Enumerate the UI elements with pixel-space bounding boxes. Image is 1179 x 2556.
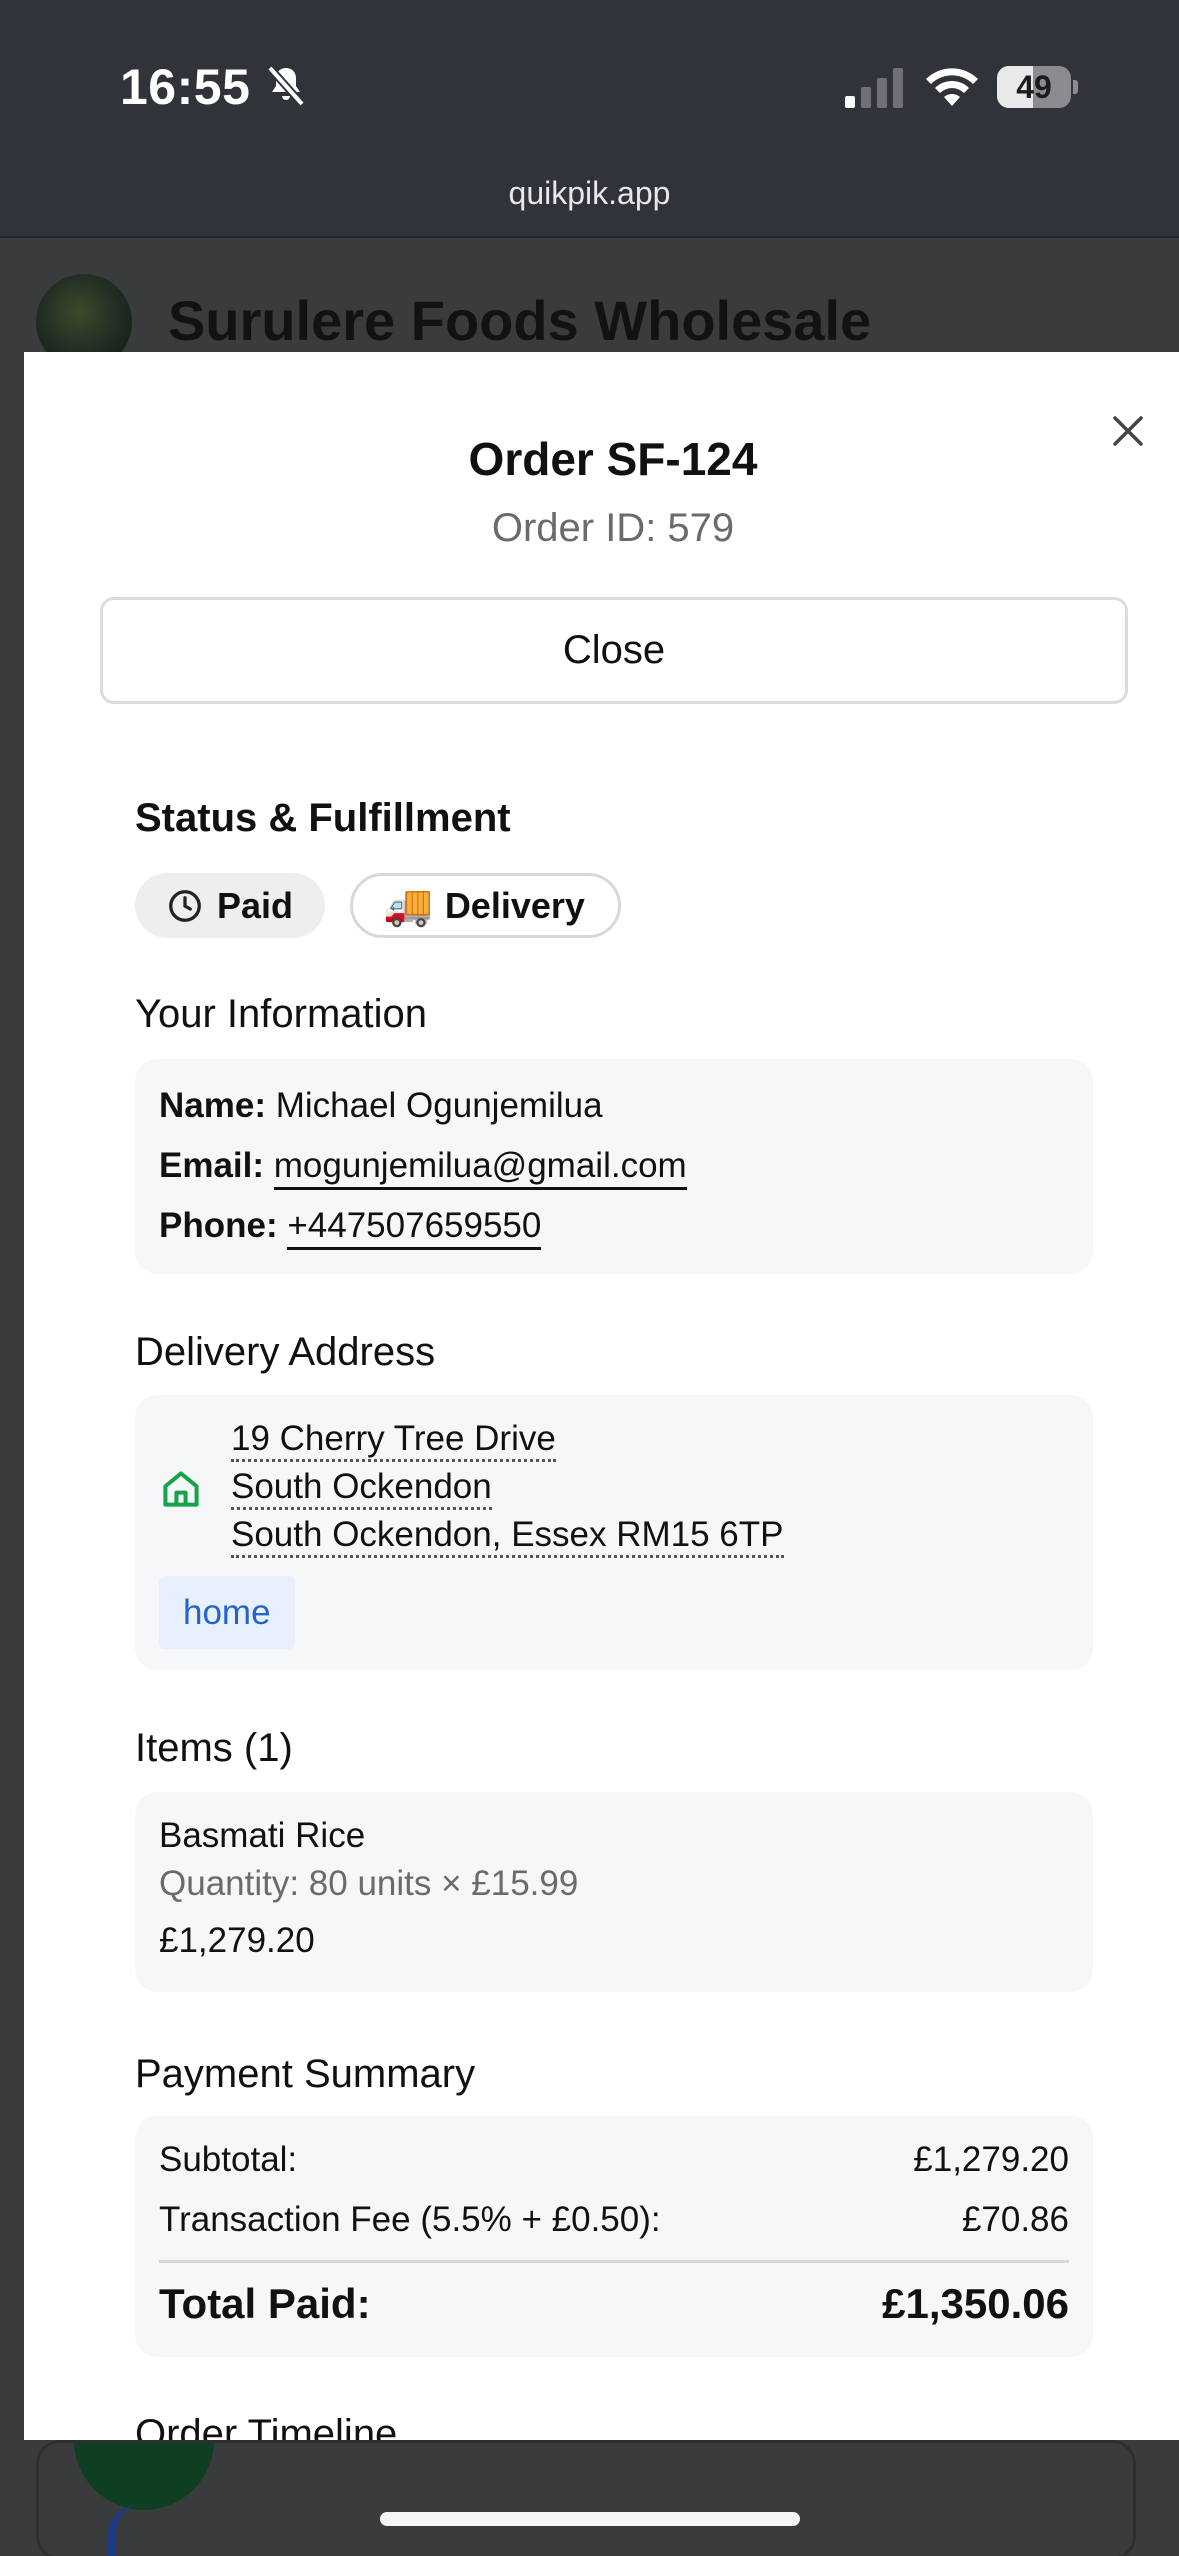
fee-label: Transaction Fee (5.5% + £0.50):: [159, 2200, 661, 2239]
modal-title: Order SF-124: [468, 433, 758, 485]
subtotal-row: Subtotal: £1,279.20: [159, 2140, 1069, 2180]
total-row: Total Paid: £1,350.06: [159, 2280, 1069, 2328]
phone-label: Phone:: [159, 1206, 278, 1245]
phone-row: Phone: +447507659550: [159, 1206, 542, 1250]
subtotal-label: Subtotal:: [159, 2140, 298, 2179]
status-heading: Status & Fulfillment: [135, 796, 511, 840]
email-row: Email: mogunjemilua@gmail.com: [159, 1146, 687, 1190]
delivery-badge: 🚚 Delivery: [350, 873, 621, 938]
timeline-clip: Order Timeline: [24, 2400, 1179, 2440]
address-line-3[interactable]: South Ockendon, Essex RM15 6TP: [231, 1515, 784, 1558]
item-name: Basmati Rice: [159, 1816, 366, 1855]
fee-value: £70.86: [961, 2200, 1069, 2239]
cellular-signal-icon: [845, 68, 903, 108]
bell-slash-icon: [267, 65, 305, 107]
email-label: Email:: [159, 1146, 265, 1185]
status-time: 16:55: [120, 59, 251, 115]
payment-card: Subtotal: £1,279.20 Transaction Fee (5.5…: [135, 2116, 1093, 2357]
address-card: 19 Cherry Tree Drive South Ockendon Sout…: [135, 1395, 1093, 1670]
name-label: Name:: [159, 1086, 266, 1125]
wifi-icon: [926, 68, 978, 106]
battery-level-text: 49: [1016, 69, 1052, 105]
clock-icon: [169, 889, 201, 922]
address-type-tag: home: [159, 1576, 295, 1649]
status-bar: 16:55 49: [0, 0, 1179, 175]
subtotal-value: £1,279.20: [913, 2140, 1069, 2179]
info-heading: Your Information: [135, 992, 428, 1036]
item-quantity: Quantity: 80 units × £15.99: [159, 1864, 579, 1903]
home-icon: [163, 1471, 199, 1507]
battery-indicator: 49: [997, 66, 1078, 108]
timeline-heading: Order Timeline: [135, 2412, 398, 2440]
store-name: Surulere Foods Wholesale: [168, 289, 872, 352]
close-button[interactable]: Close: [100, 597, 1128, 704]
divider: [159, 2260, 1069, 2263]
url-text[interactable]: quikpik.app: [0, 175, 1179, 212]
items-heading: Items (1): [135, 1726, 293, 1770]
phone-link[interactable]: +447507659550: [287, 1206, 542, 1250]
payment-heading: Payment Summary: [135, 2052, 476, 2096]
info-card: Name: Michael Ogunjemilua Email: mogunje…: [135, 1059, 1093, 1274]
email-link[interactable]: mogunjemilua@gmail.com: [273, 1146, 687, 1190]
delivery-label: Delivery: [444, 884, 585, 926]
home-indicator[interactable]: [380, 2512, 800, 2526]
total-label: Total Paid:: [159, 2280, 371, 2327]
name-value: Michael Ogunjemilua: [275, 1086, 603, 1125]
address-line-2[interactable]: South Ockendon: [231, 1467, 492, 1510]
address-heading: Delivery Address: [135, 1330, 436, 1374]
address-line-1[interactable]: 19 Cherry Tree Drive: [231, 1419, 556, 1462]
list-item: Basmati Rice Quantity: 80 units × £15.99…: [135, 1792, 1093, 1992]
background-card: [36, 2440, 1136, 2556]
paid-status-badge: Paid: [135, 873, 325, 938]
order-id-text: Order ID: 579: [491, 506, 735, 550]
truck-icon: 🚚: [383, 884, 433, 928]
fee-row: Transaction Fee (5.5% + £0.50): £70.86: [159, 2200, 1069, 2240]
item-price: £1,279.20: [159, 1921, 315, 1960]
paid-label: Paid: [217, 884, 294, 926]
total-value: £1,350.06: [882, 2280, 1069, 2327]
name-row: Name: Michael Ogunjemilua: [159, 1086, 603, 1126]
